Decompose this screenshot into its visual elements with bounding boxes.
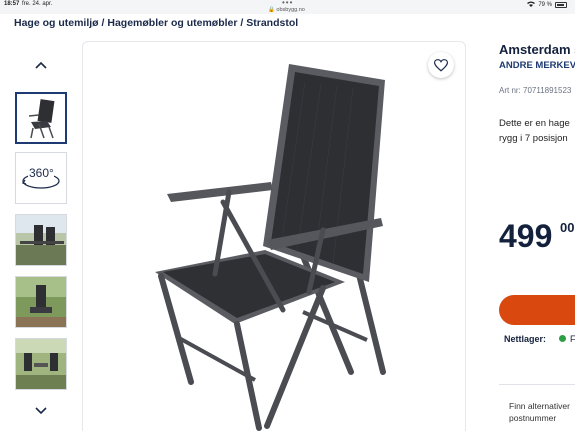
brand-link[interactable]: ANDRE MERKEV — [499, 60, 575, 71]
chevron-down-icon — [35, 407, 47, 415]
main-product-image[interactable] — [82, 41, 466, 431]
wifi-icon — [527, 1, 536, 9]
thumbnails-up-button[interactable] — [34, 58, 48, 72]
breadcrumb-link-strandstol[interactable]: Strandstol — [246, 17, 298, 29]
status-date: fre. 24. apr. — [22, 1, 53, 7]
thumbnail-360-view[interactable]: 360° — [15, 152, 67, 204]
breadcrumb: Hage og utemiljø / Hagemøbler og utemøbl… — [14, 17, 298, 29]
divider — [499, 384, 575, 385]
stock-status: F — [570, 334, 575, 344]
price: 499 — [499, 218, 553, 254]
product-description: Dette er en hage rygg i 7 posisjon — [499, 116, 570, 146]
multitask-dots-icon[interactable]: ••• — [282, 0, 293, 7]
description-line: rygg i 7 posisjon — [499, 133, 568, 144]
favorite-button[interactable] — [428, 52, 454, 78]
thumbnail-chair-garden[interactable] — [15, 276, 67, 328]
battery-percent: 79 % — [538, 2, 552, 8]
description-line: Dette er en hage — [499, 118, 570, 129]
address-bar[interactable]: 🔒 obsbygg.no — [268, 7, 305, 13]
article-number: Art nr: 70711891523 — [499, 86, 572, 95]
thumbnails-down-button[interactable] — [34, 404, 48, 418]
postcode-line: postnummer — [509, 413, 557, 423]
url-text: obsbygg.no — [276, 7, 305, 13]
product-title: Amsterdam st — [499, 42, 575, 57]
find-alternatives-link[interactable]: Finn alternativer postnummer — [509, 400, 570, 424]
breadcrumb-link-hagemobler[interactable]: Hagemøbler og utemøbler — [107, 17, 237, 29]
folding-chair-illustration — [155, 64, 386, 431]
breadcrumb-separator: / — [237, 17, 247, 29]
heart-icon — [434, 58, 448, 72]
status-indicators: 79 % — [527, 1, 567, 9]
find-alternatives-line: Finn alternativer — [509, 401, 570, 411]
status-time: 18:57 — [4, 1, 20, 7]
thumbnail-chair-product[interactable] — [15, 92, 67, 144]
view360-label: 360° — [29, 166, 54, 180]
add-to-cart-button[interactable] — [499, 295, 575, 325]
thumbnail-chair-balcony[interactable] — [15, 214, 67, 266]
price-decimals: 00 — [560, 220, 575, 235]
thumbnail-chairs-terrace[interactable] — [15, 338, 67, 390]
stock-status-dot — [559, 335, 566, 342]
status-bar: 18:57 fre. 24. apr. ••• 🔒 obsbygg.no 79 … — [0, 0, 575, 14]
stock-label: Nettlager: — [504, 334, 547, 344]
breadcrumb-link-hage[interactable]: Hage og utemiljø — [14, 17, 99, 29]
battery-icon — [555, 2, 567, 8]
chevron-up-icon — [35, 61, 47, 69]
